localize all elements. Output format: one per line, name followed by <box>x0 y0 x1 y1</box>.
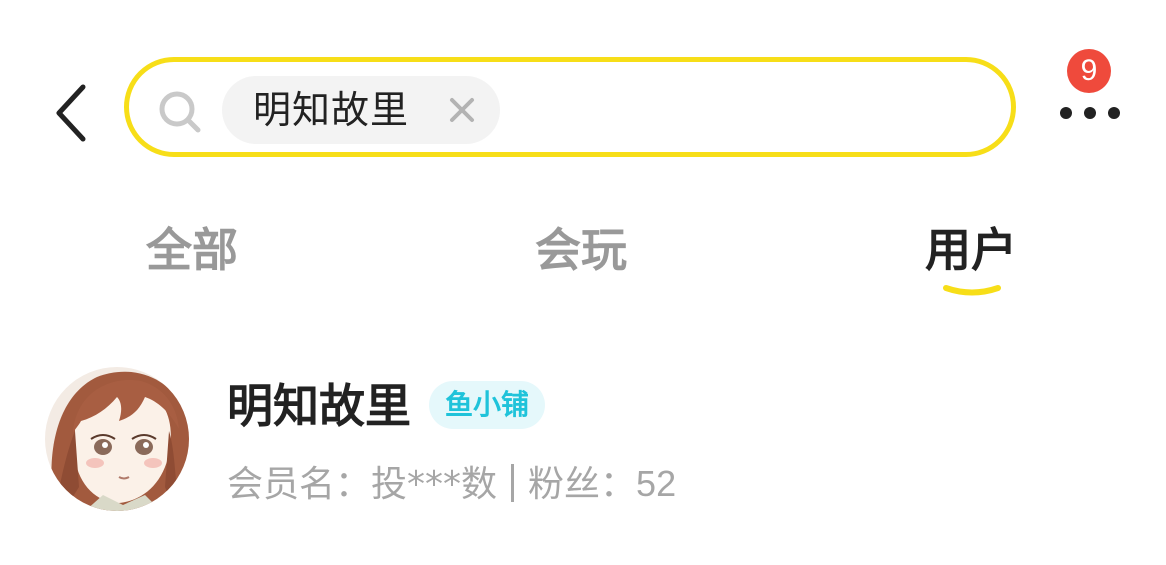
shop-badge: 鱼小铺 <box>429 381 545 429</box>
tab-huiwan[interactable]: 会玩 <box>535 222 627 278</box>
divider <box>511 464 515 502</box>
user-meta: 会员名：投***数 粉丝：52 <box>227 458 676 511</box>
active-tab-indicator <box>943 285 1001 296</box>
search-bar[interactable]: 明知故里 <box>124 57 1016 157</box>
more-horizontal-icon[interactable] <box>1052 92 1128 134</box>
user-name[interactable]: 明知故里 <box>227 378 411 434</box>
tab-all[interactable]: 全部 <box>146 222 238 278</box>
tab-users[interactable]: 用户 <box>925 222 1017 278</box>
member-label: 会员名： <box>227 464 372 505</box>
avatar[interactable] <box>45 367 189 511</box>
back-button[interactable] <box>44 78 98 148</box>
search-query-chip[interactable]: 明知故里 <box>222 76 500 144</box>
member-value: 投***数 <box>371 464 498 505</box>
chevron-left-icon <box>56 84 86 142</box>
search-icon <box>159 91 201 133</box>
search-results-page: 明知故里 9 全部 会玩 用户 明知故里 鱼小铺 会员名：投***数 粉丝：52 <box>0 0 1166 565</box>
notification-badge: 9 <box>1067 49 1111 93</box>
search-query-text: 明知故里 <box>253 88 410 132</box>
fans-label: 粉丝： <box>528 464 637 505</box>
fans-value: 52 <box>636 463 677 504</box>
avatar-image <box>45 367 189 511</box>
close-icon[interactable] <box>448 96 476 124</box>
